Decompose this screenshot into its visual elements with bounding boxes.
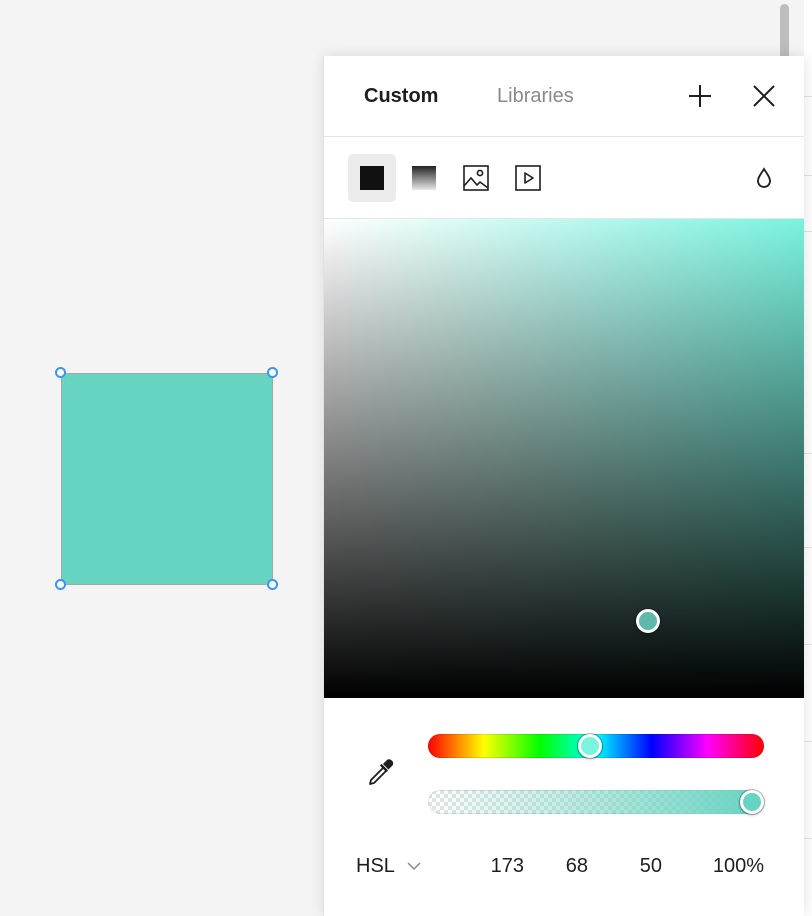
blend-mode-button[interactable] xyxy=(748,162,780,194)
opacity-slider[interactable] xyxy=(428,790,764,814)
solid-fill-icon xyxy=(360,166,384,190)
color-model-label: HSL xyxy=(356,854,395,877)
picker-tabs: Custom Libraries xyxy=(324,56,804,137)
lightness-value-field[interactable]: 50 xyxy=(622,854,662,878)
solid-fill-button[interactable] xyxy=(348,154,396,202)
right-panel-edge xyxy=(804,0,812,916)
resize-handle-bottom-left[interactable] xyxy=(55,579,66,590)
divider xyxy=(804,453,812,454)
close-button[interactable] xyxy=(748,80,780,112)
opacity-value-field[interactable]: 100% xyxy=(694,854,764,878)
opacity-slider-thumb[interactable] xyxy=(740,790,764,814)
gradient-fill-icon xyxy=(412,166,436,190)
color-picker-panel: Custom Libraries HSL 173 68 50 100% xyxy=(324,56,804,916)
chevron-down-icon xyxy=(407,861,421,871)
divider xyxy=(804,547,812,548)
hue-value-field[interactable]: 173 xyxy=(484,854,524,878)
gradient-fill-button[interactable] xyxy=(400,154,448,202)
divider xyxy=(804,231,812,232)
opacity-gradient xyxy=(428,790,764,814)
blend-mode-drop-icon xyxy=(757,167,771,188)
color-selector-thumb[interactable] xyxy=(636,609,660,633)
video-fill-icon xyxy=(515,165,541,191)
divider xyxy=(804,96,812,97)
plus-icon xyxy=(689,85,711,107)
eyedropper-icon xyxy=(369,759,394,785)
resize-handle-bottom-right[interactable] xyxy=(267,579,278,590)
divider xyxy=(804,175,812,176)
divider xyxy=(804,838,812,839)
saturation-lightness-area[interactable] xyxy=(324,219,804,698)
tab-libraries[interactable]: Libraries xyxy=(497,84,574,108)
divider xyxy=(804,644,812,645)
resize-handle-top-right[interactable] xyxy=(267,367,278,378)
scrollbar-thumb[interactable] xyxy=(780,4,789,60)
eyedropper-button[interactable] xyxy=(364,756,396,790)
selected-rectangle[interactable] xyxy=(61,373,273,585)
image-fill-icon xyxy=(463,165,489,191)
saturation-value-field[interactable]: 68 xyxy=(548,854,588,878)
resize-handle-top-left[interactable] xyxy=(55,367,66,378)
video-fill-button[interactable] xyxy=(504,154,552,202)
fill-type-toolbar xyxy=(324,137,804,219)
close-icon xyxy=(753,85,775,107)
hue-slider-thumb[interactable] xyxy=(578,734,602,758)
tab-custom[interactable]: Custom xyxy=(364,84,438,108)
color-model-select[interactable]: HSL xyxy=(356,852,421,880)
image-fill-button[interactable] xyxy=(452,154,500,202)
add-style-button[interactable] xyxy=(684,80,716,112)
divider xyxy=(804,741,812,742)
